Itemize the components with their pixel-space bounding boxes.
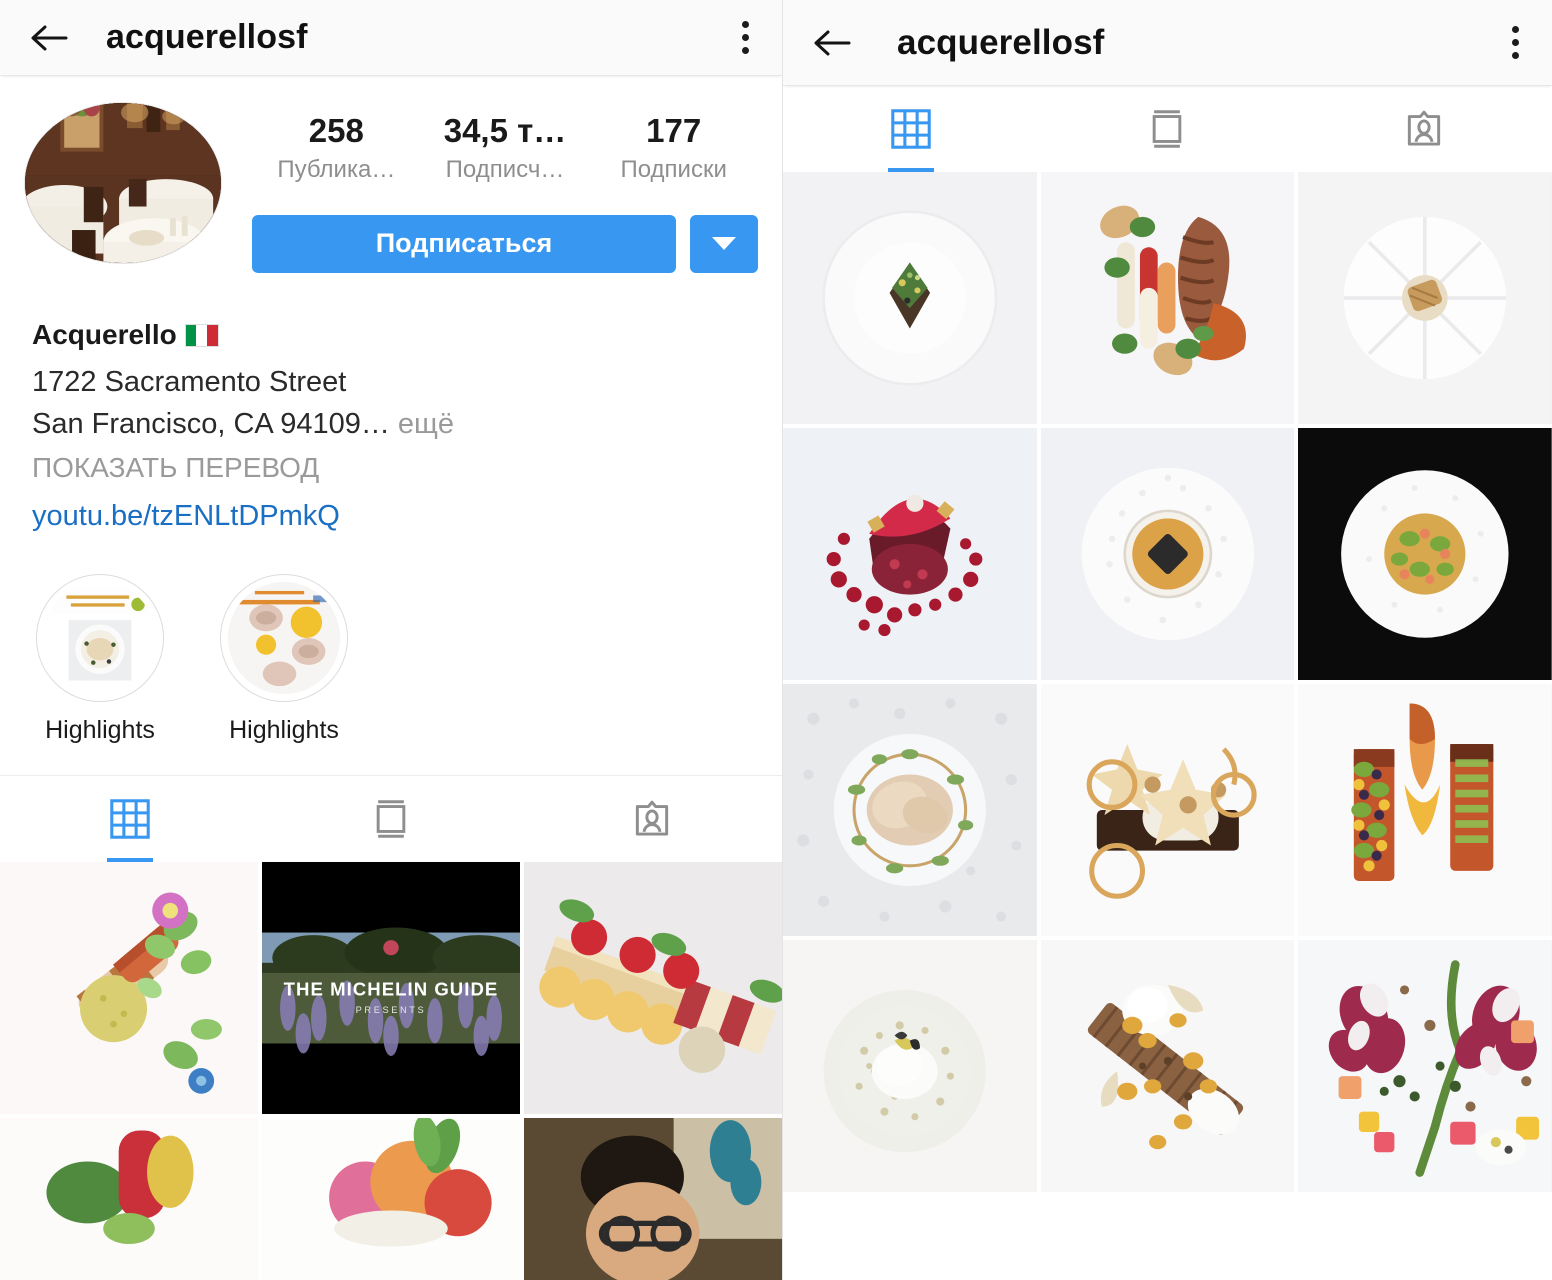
page-title: acquerellosf xyxy=(106,18,308,56)
left-profile-tabs xyxy=(0,775,782,863)
bio-address-line-1: 1722 Sacramento Street xyxy=(32,365,347,398)
stat-following[interactable]: 177 Подписки xyxy=(589,112,758,185)
left-top-bar: acquerellosf xyxy=(0,0,782,76)
tab-grid[interactable] xyxy=(783,86,1039,172)
profile-header: 258 Публика… 34,5 т… Подписч… 177 Подпис… xyxy=(0,76,782,273)
grid-cell[interactable] xyxy=(524,862,782,1115)
grid-cell[interactable] xyxy=(1040,428,1295,680)
right-top-bar: acquerellosf xyxy=(783,0,1552,86)
grid-icon xyxy=(891,109,931,149)
grid-cell[interactable] xyxy=(0,1118,258,1280)
highlight-thumbnail xyxy=(228,582,340,695)
page-title: acquerellosf xyxy=(897,22,1105,62)
right-profile-tabs xyxy=(783,86,1552,172)
highlight-label: Highlights xyxy=(45,716,155,745)
bio-section: Acquerello 1722 Sacramento Street San Fr… xyxy=(0,273,782,539)
kebab-menu-icon[interactable] xyxy=(730,18,760,58)
grid-cell[interactable] xyxy=(783,172,1037,424)
tab-tagged[interactable] xyxy=(521,776,782,862)
right-panel: acquerellosf xyxy=(782,0,1552,1280)
grid-cell[interactable] xyxy=(783,428,1037,680)
show-translation-link[interactable]: ПОКАЗАТЬ ПЕРЕВОД xyxy=(32,447,758,489)
grid-cell[interactable] xyxy=(1040,172,1295,424)
grid-cell[interactable] xyxy=(1298,428,1552,680)
italy-flag-icon xyxy=(184,323,219,347)
highlight-item[interactable]: Highlights xyxy=(36,574,164,745)
bio-display-name: Acquerello xyxy=(32,319,758,351)
profile-options-dropdown-button[interactable] xyxy=(690,214,758,273)
posts-count: 258 xyxy=(308,112,364,149)
highlight-thumbnail xyxy=(44,582,156,695)
highlight-ring xyxy=(36,574,164,703)
grid-cell[interactable] xyxy=(524,1118,782,1280)
tab-igtv[interactable] xyxy=(261,776,522,862)
follow-button[interactable]: Подписаться xyxy=(252,214,676,273)
grid-cell[interactable] xyxy=(1298,172,1552,424)
grid-cell-video[interactable]: THE MICHELIN GUIDE PRESENTS xyxy=(262,862,520,1115)
grid-cell[interactable] xyxy=(1040,940,1295,1192)
avatar-wrapper xyxy=(24,102,226,273)
igtv-icon xyxy=(1153,110,1182,148)
following-label: Подписки xyxy=(620,155,727,183)
chevron-down-icon xyxy=(712,237,736,251)
instagram-profile-screen: acquerellosf 258 Публика… 34,5 т… Подпис… xyxy=(0,0,1552,1280)
bio-address-line-2: San Francisco, CA 94109… ещё xyxy=(32,403,758,445)
right-photo-grid xyxy=(783,172,1552,1192)
stat-posts[interactable]: 258 Публика… xyxy=(252,112,421,185)
grid-cell[interactable] xyxy=(783,940,1037,1192)
tab-grid[interactable] xyxy=(0,776,261,862)
followers-label: Подписч… xyxy=(445,155,565,183)
followers-count: 34,5 т… xyxy=(443,112,567,149)
kebab-menu-icon[interactable] xyxy=(1500,23,1530,63)
bio-name-text: Acquerello xyxy=(32,318,177,350)
avatar[interactable] xyxy=(24,102,222,264)
left-panel: acquerellosf 258 Публика… 34,5 т… Подпис… xyxy=(0,0,782,1280)
tab-igtv[interactable] xyxy=(1039,86,1295,172)
tagged-person-icon xyxy=(1407,110,1440,146)
following-count: 177 xyxy=(646,112,702,149)
tab-tagged[interactable] xyxy=(1296,86,1552,172)
bio-external-link[interactable]: youtu.be/tzENLtDPmkQ xyxy=(32,495,758,539)
bio-more-link[interactable]: ещё xyxy=(390,408,454,440)
highlight-ring xyxy=(220,574,348,703)
back-arrow-icon[interactable] xyxy=(26,18,72,58)
svg-text:PRESENTS: PRESENTS xyxy=(356,1006,427,1016)
grid-cell[interactable] xyxy=(262,1118,520,1280)
back-arrow-icon[interactable] xyxy=(809,23,855,63)
stats-row: 258 Публика… 34,5 т… Подписч… 177 Подпис… xyxy=(252,112,758,185)
grid-cell[interactable] xyxy=(1040,684,1295,936)
tagged-person-icon xyxy=(635,800,668,836)
story-highlights: Highlights Highlights xyxy=(0,538,782,745)
svg-text:THE MICHELIN GUIDE: THE MICHELIN GUIDE xyxy=(284,979,499,1000)
stats-column: 258 Публика… 34,5 т… Подписч… 177 Подпис… xyxy=(226,102,758,273)
left-photo-grid: THE MICHELIN GUIDE PRESENTS xyxy=(0,862,782,1280)
highlight-label: Highlights xyxy=(229,716,339,745)
grid-cell[interactable] xyxy=(0,862,258,1115)
igtv-icon xyxy=(376,800,406,839)
grid-cell[interactable] xyxy=(783,684,1037,936)
grid-cell[interactable] xyxy=(1298,940,1552,1192)
highlight-item[interactable]: Highlights xyxy=(220,574,348,745)
stat-followers[interactable]: 34,5 т… Подписч… xyxy=(421,112,590,185)
bio-address-text: San Francisco, CA 94109… xyxy=(32,407,390,440)
posts-label: Публика… xyxy=(277,155,396,183)
grid-icon xyxy=(110,799,151,840)
grid-cell[interactable] xyxy=(1298,684,1552,936)
profile-actions: Подписаться xyxy=(252,214,758,273)
